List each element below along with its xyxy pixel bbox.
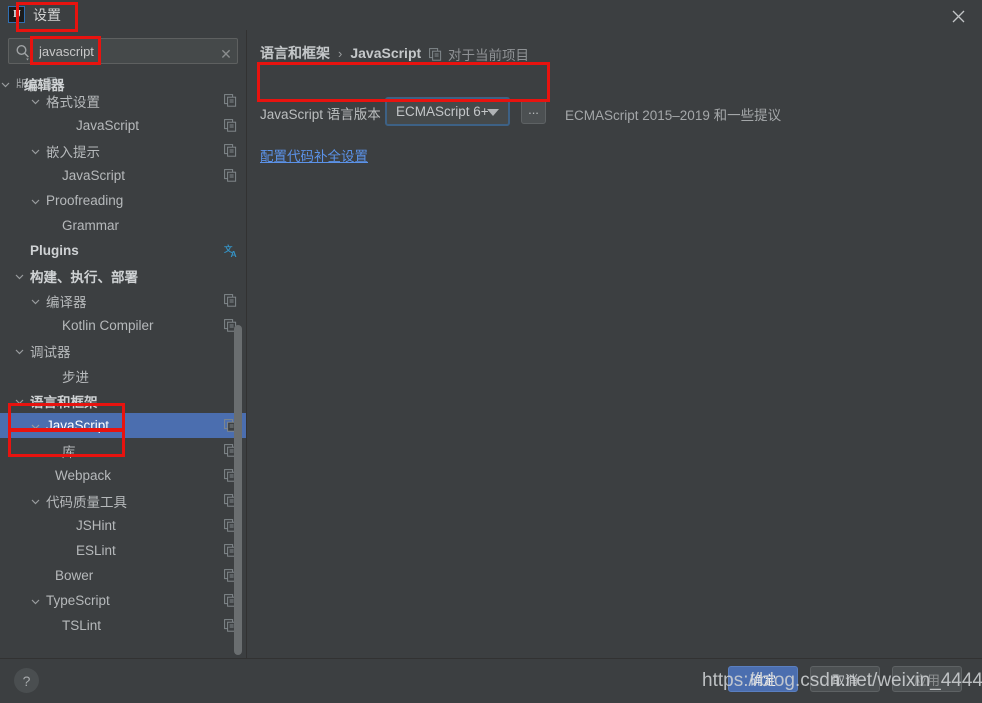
chevron-down-icon[interactable]: [14, 270, 25, 281]
configure-completion-link[interactable]: 配置代码补全设置: [260, 145, 368, 165]
sidebar-item-label: Webpack: [55, 468, 112, 483]
language-version-more-button[interactable]: ...: [521, 99, 546, 124]
sidebar-item-javascript[interactable]: JavaScript: [0, 113, 246, 138]
chevron-down-icon: [0, 77, 15, 88]
sidebar-item-bower[interactable]: Bower: [0, 563, 246, 588]
sidebar-item-javascript[interactable]: JavaScript: [0, 163, 246, 188]
settings-dialog: IJ 设置 ✕: [0, 0, 982, 703]
sidebar-item-label: 调试器: [30, 344, 71, 360]
sidebar-item-typescript[interactable]: TypeScript: [0, 588, 246, 613]
sidebar-item-label: JSHint: [76, 518, 116, 533]
chevron-down-icon: [487, 109, 499, 116]
help-icon[interactable]: ?: [14, 668, 39, 693]
page-title: 设置: [33, 7, 61, 23]
sidebar-item-label: 库: [62, 444, 76, 460]
sidebar-item-plugins[interactable]: Plugins 文 A: [0, 238, 246, 263]
sidebar-item-label: JavaScript: [46, 418, 110, 433]
language-version-select[interactable]: ECMAScript 6+: [385, 97, 510, 126]
search-box[interactable]: [8, 38, 238, 64]
chevron-down-icon[interactable]: [14, 395, 25, 406]
sidebar-item-eslint[interactable]: ESLint: [0, 538, 246, 563]
sidebar-item-webpack[interactable]: Webpack: [0, 463, 246, 488]
sidebar-item-label: TSLint: [62, 618, 102, 633]
sidebar-item-javascript[interactable]: JavaScript: [0, 413, 246, 438]
ok-button[interactable]: 确定: [728, 666, 798, 692]
sidebar-scrollbar-thumb[interactable]: [234, 325, 242, 655]
sidebar-item-[interactable]: 语言和框架: [0, 388, 246, 413]
chevron-down-icon[interactable]: [30, 595, 41, 606]
close-icon[interactable]: [948, 6, 968, 26]
intellij-logo-icon: IJ: [8, 6, 25, 23]
chevron-down-icon[interactable]: [30, 145, 41, 156]
sidebar-item-tslint[interactable]: TSLint: [0, 613, 246, 638]
copy-icon: [429, 47, 442, 61]
clear-search-icon[interactable]: ✕: [218, 46, 234, 62]
sidebar-item-label: Grammar: [62, 218, 119, 233]
sidebar-item-label: 语言和框架: [30, 394, 98, 410]
project-scope-label: 对于当前项目: [448, 48, 529, 63]
sidebar-item-[interactable]: 步进: [0, 363, 246, 388]
language-version-value: ECMAScript 6+: [396, 104, 489, 119]
sidebar-item-jshint[interactable]: JSHint: [0, 513, 246, 538]
breadcrumb: 语言和框架 › JavaScript: [260, 43, 421, 63]
sidebar-item-proofreading[interactable]: Proofreading: [0, 188, 246, 213]
breadcrumb-separator: ›: [338, 45, 343, 61]
sidebar-item-[interactable]: 构建、执行、部署: [0, 263, 246, 288]
sidebar-section-heading: 编辑器: [24, 78, 65, 93]
tree-row-list: 格式设置 JavaScript 嵌入提示 JavaScript Proofreading…: [0, 88, 246, 638]
sidebar-item-label: TypeScript: [46, 593, 110, 608]
sidebar-item-[interactable]: 库: [0, 438, 246, 463]
sidebar-item-[interactable]: 嵌入提示: [0, 138, 246, 163]
sidebar-item-label: JavaScript: [62, 168, 126, 183]
chevron-down-icon[interactable]: [30, 295, 41, 306]
sidebar-item-label: JavaScript: [76, 118, 140, 133]
chevron-down-icon[interactable]: [14, 345, 25, 356]
sidebar-item-label: Bower: [55, 568, 94, 583]
sidebar-item-label: Kotlin Compiler: [62, 318, 154, 333]
settings-content: 语言和框架 › JavaScript 对于当前项目 JavaScript 语言版…: [247, 30, 982, 658]
chevron-down-icon[interactable]: [30, 95, 41, 106]
cancel-button[interactable]: 取消: [810, 666, 880, 692]
search-icon: [14, 43, 32, 61]
sidebar-item-label: 嵌入提示: [46, 144, 100, 160]
search-input[interactable]: [37, 39, 207, 63]
sidebar-item-label: Proofreading: [46, 193, 124, 208]
sidebar-item-label: 代码质量工具: [46, 494, 127, 510]
breadcrumb-current: JavaScript: [350, 45, 422, 61]
title-bar: IJ 设置: [0, 0, 982, 30]
sidebar-item-label: 编译器: [46, 294, 87, 310]
project-scope-indicator: 对于当前项目: [429, 44, 529, 64]
language-version-label: JavaScript 语言版本: [260, 107, 381, 122]
sidebar-item-label: Plugins: [30, 243, 79, 258]
sidebar-item-[interactable]: 编译器: [0, 288, 246, 313]
chevron-down-icon[interactable]: [30, 495, 41, 506]
language-version-description: ECMAScript 2015–2019 和一些提议: [565, 108, 782, 123]
sidebar-item-label: 步进: [62, 369, 89, 385]
sidebar-item-label: ESLint: [76, 543, 116, 558]
sidebar-item-[interactable]: 代码质量工具: [0, 488, 246, 513]
sidebar-item-label: 构建、执行、部署: [30, 269, 138, 285]
apply-button[interactable]: 应用: [892, 666, 962, 692]
sidebar-item-kotlin-compiler[interactable]: Kotlin Compiler: [0, 313, 246, 338]
sidebar-item-grammar[interactable]: Grammar: [0, 213, 246, 238]
chevron-down-icon[interactable]: [30, 420, 41, 431]
chevron-down-icon[interactable]: [30, 195, 41, 206]
sidebar-item-[interactable]: 调试器: [0, 338, 246, 363]
settings-sidebar: ✕ 版仪 格式设置JavaScript嵌入提示JavaScriptP: [0, 30, 246, 658]
breadcrumb-parent[interactable]: 语言和框架: [260, 43, 330, 63]
settings-tree[interactable]: 版仪 格式设置 JavaScript 嵌入提示 JavaScript Proofread…: [0, 74, 246, 658]
